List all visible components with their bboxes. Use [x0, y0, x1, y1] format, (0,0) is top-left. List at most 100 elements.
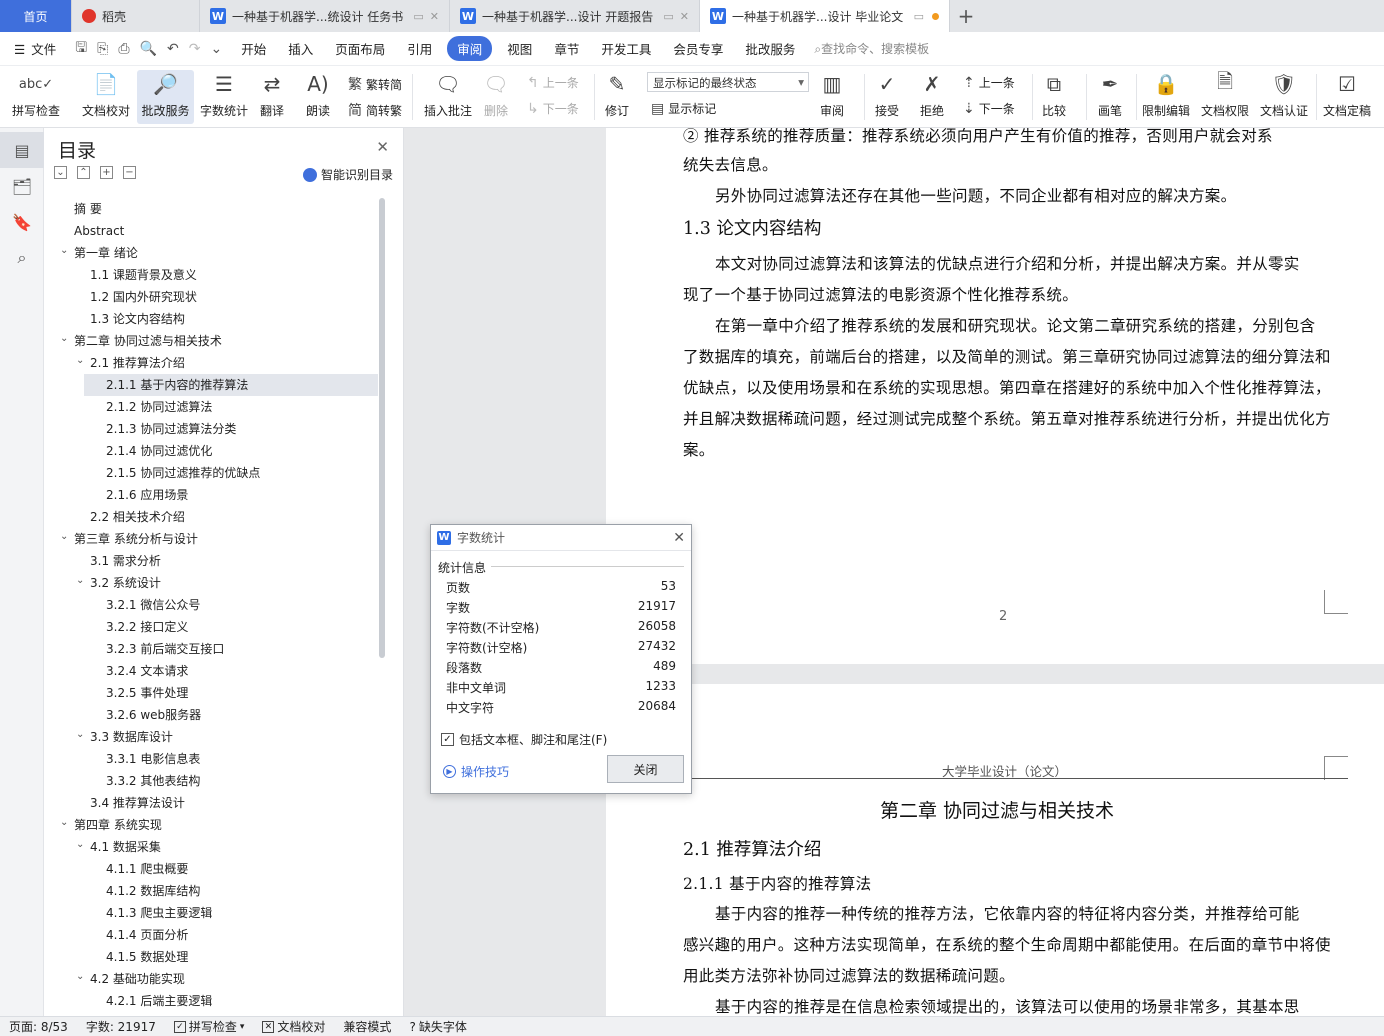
doc-proof-button[interactable]: 📄 文档校对	[82, 70, 130, 119]
toc-item[interactable]: 2.1.2 协同过滤算法	[44, 396, 384, 418]
toc-item[interactable]: 3.2.6 web服务器	[44, 704, 384, 726]
chevron-down-icon[interactable]: ⌄	[60, 812, 68, 834]
restrict-edit-button[interactable]: 🔒 限制编辑	[1142, 70, 1190, 119]
smart-toc-button[interactable]: 智能识别目录	[302, 166, 393, 183]
add-heading-icon[interactable]: +	[100, 166, 113, 179]
read-aloud-button[interactable]: A) 朗读	[304, 70, 332, 119]
show-markup-button[interactable]: ▤ 显示标记	[651, 100, 716, 117]
toc-item[interactable]: 2.1.6 应用场景	[44, 484, 384, 506]
toc-item[interactable]: 3.3.2 其他表结构	[44, 770, 384, 792]
menu-insert[interactable]: 插入	[277, 39, 324, 58]
toc-item[interactable]: ⌄ 第二章 协同过滤与相关技术	[44, 330, 384, 352]
collapse-all-icon[interactable]: ⌄	[54, 166, 67, 179]
word-count-indicator[interactable]: 字数: 21917	[77, 1018, 165, 1035]
toc-item[interactable]: ⌄ 第一章 绪论	[44, 242, 384, 264]
toc-item[interactable]: ⌄ 3.3 数据库设计	[44, 726, 384, 748]
tab-home[interactable]: 首页	[0, 0, 72, 32]
toc-scrollbar[interactable]	[379, 198, 385, 658]
translate-button[interactable]: ⇄ 翻译	[258, 70, 286, 119]
toc-item[interactable]: 3.2.1 微信公众号	[44, 594, 384, 616]
chevron-down-icon[interactable]: ⌄	[60, 328, 68, 350]
preview-icon[interactable]: 🔍	[140, 41, 157, 57]
menu-grading[interactable]: 批改服务	[734, 39, 806, 58]
doc-permission-button[interactable]: 🗎 文档权限	[1201, 69, 1249, 119]
pen-button[interactable]: ✒ 画笔	[1096, 70, 1124, 119]
toc-item[interactable]: ⌄ 2.1 推荐算法介绍	[44, 352, 384, 374]
chevron-down-icon[interactable]: ⌄	[60, 240, 68, 262]
close-icon[interactable]: ✕	[673, 530, 685, 546]
prev-comment-button[interactable]: ↰ 上一条	[527, 74, 579, 91]
toc-item[interactable]: ⌄ 第三章 系统分析与设计	[44, 528, 384, 550]
toc-item[interactable]: 3.2.2 接口定义	[44, 616, 384, 638]
toc-item[interactable]: ⌄ 4.2 基础功能实现	[44, 968, 384, 990]
toc-item[interactable]: 4.1.2 数据库结构	[44, 880, 384, 902]
compare-button[interactable]: ⧉ 比较	[1040, 70, 1068, 119]
menu-start[interactable]: 开始	[230, 39, 277, 58]
chevron-down-icon[interactable]: ⌄	[76, 724, 84, 746]
tab-close-icon[interactable]: ✕	[680, 10, 689, 23]
chevron-down-icon[interactable]: ⌄	[76, 966, 84, 988]
missing-font-status[interactable]: ? 缺失字体	[400, 1018, 475, 1035]
chevron-down-icon[interactable]: ⌄	[60, 526, 68, 548]
command-search[interactable]: ⌕查找命令、搜索模板	[814, 40, 929, 57]
redo-icon[interactable]: ↷	[189, 41, 201, 57]
doc-cert-button[interactable]: 🛡 文档认证	[1260, 70, 1308, 119]
print-icon[interactable]: ⎙	[118, 41, 129, 57]
toc-item[interactable]: 3.1 需求分析	[44, 550, 384, 572]
chevron-down-icon[interactable]: ⌄	[76, 570, 84, 592]
new-tab-icon[interactable]: +	[950, 0, 982, 32]
toc-item[interactable]: 2.1.4 协同过滤优化	[44, 440, 384, 462]
review-service-button[interactable]: 🔎 批改服务	[137, 70, 194, 124]
tab-thesis-doc[interactable]: W 一种基于机器学...设计 毕业论文 ▭	[700, 0, 950, 32]
toc-item[interactable]: 1.2 国内外研究现状	[44, 286, 384, 308]
accept-button[interactable]: ✓ 接受	[873, 70, 901, 119]
review-pane-button[interactable]: ▥ 审阅	[818, 70, 846, 119]
undo-icon[interactable]: ↶	[167, 41, 179, 57]
toc-item[interactable]: 4.1.1 爬虫概要	[44, 858, 384, 880]
chapter-nav-icon[interactable]: 🗂	[0, 168, 44, 204]
menu-review[interactable]: 审阅	[447, 36, 493, 61]
menu-reference[interactable]: 引用	[396, 39, 443, 58]
menu-layout[interactable]: 页面布局	[324, 39, 396, 58]
toc-item[interactable]: 3.3.1 电影信息表	[44, 748, 384, 770]
tab-daoke[interactable]: 稻壳	[72, 0, 200, 32]
toc-item[interactable]: 3.4 推荐算法设计	[44, 792, 384, 814]
toc-item[interactable]: 4.2.1 后端主要逻辑	[44, 990, 384, 1012]
search-icon[interactable]: ⌕	[0, 240, 44, 276]
markup-state-select[interactable]: 显示标记的最终状态 ▾	[647, 72, 809, 92]
toc-item[interactable]: 4.1.4 页面分析	[44, 924, 384, 946]
toc-item[interactable]: 4.1.5 数据处理	[44, 946, 384, 968]
simp-to-trad-button[interactable]: 简简转繁	[348, 100, 402, 120]
toc-item[interactable]: 1.1 课题背景及意义	[44, 264, 384, 286]
doc-proof-status[interactable]: ✕ 文档校对	[253, 1018, 334, 1035]
menu-chapter[interactable]: 章节	[543, 39, 590, 58]
toc-item[interactable]: ⌄ 4.1 数据采集	[44, 836, 384, 858]
compat-mode[interactable]: 兼容模式	[334, 1018, 400, 1035]
finalize-button[interactable]: ☑ 文档定稿	[1323, 70, 1371, 119]
menu-member[interactable]: 会员专享	[662, 39, 734, 58]
close-icon[interactable]: ✕	[376, 138, 389, 156]
toc-item[interactable]: ⌄ 第四章 系统实现	[44, 814, 384, 836]
export-icon[interactable]: ⎘	[97, 41, 108, 57]
toc-item[interactable]: 4.1.3 爬虫主要逻辑	[44, 902, 384, 924]
word-count-button[interactable]: ☰ 字数统计	[200, 70, 248, 119]
file-menu[interactable]: ☰ 文件	[0, 39, 67, 58]
toc-item[interactable]: 3.2.3 前后端交互接口	[44, 638, 384, 660]
toc-item[interactable]: 2.1.5 协同过滤推荐的优缺点	[44, 462, 384, 484]
menu-devtools[interactable]: 开发工具	[590, 39, 662, 58]
chevron-down-icon[interactable]: ⌄	[210, 41, 222, 57]
insert-comment-button[interactable]: 🗨 插入批注	[424, 70, 472, 119]
next-change-button[interactable]: ⇣ 下一条	[963, 100, 1015, 117]
toc-item[interactable]: ⌄ 3.2 系统设计	[44, 572, 384, 594]
include-notes-checkbox[interactable]: ✓ 包括文本框、脚注和尾注(F)	[441, 731, 607, 748]
expand-all-icon[interactable]: ⌃	[77, 166, 90, 179]
reject-button[interactable]: ✗ 拒绝	[918, 70, 946, 119]
tab-close-icon[interactable]: ✕	[430, 10, 439, 23]
menu-view[interactable]: 视图	[496, 39, 543, 58]
tab-screen-icon[interactable]: ▭	[914, 10, 924, 23]
spell-check-status[interactable]: ✓ 拼写检查 ▾	[165, 1018, 254, 1035]
delete-comment-button[interactable]: 🗨 删除	[482, 70, 510, 119]
toc-item[interactable]: 3.2.4 文本请求	[44, 660, 384, 682]
toc-item[interactable]: 1.3 论文内容结构	[44, 308, 384, 330]
tab-task-doc[interactable]: W 一种基于机器学...统设计 任务书 ▭ ✕	[200, 0, 450, 32]
